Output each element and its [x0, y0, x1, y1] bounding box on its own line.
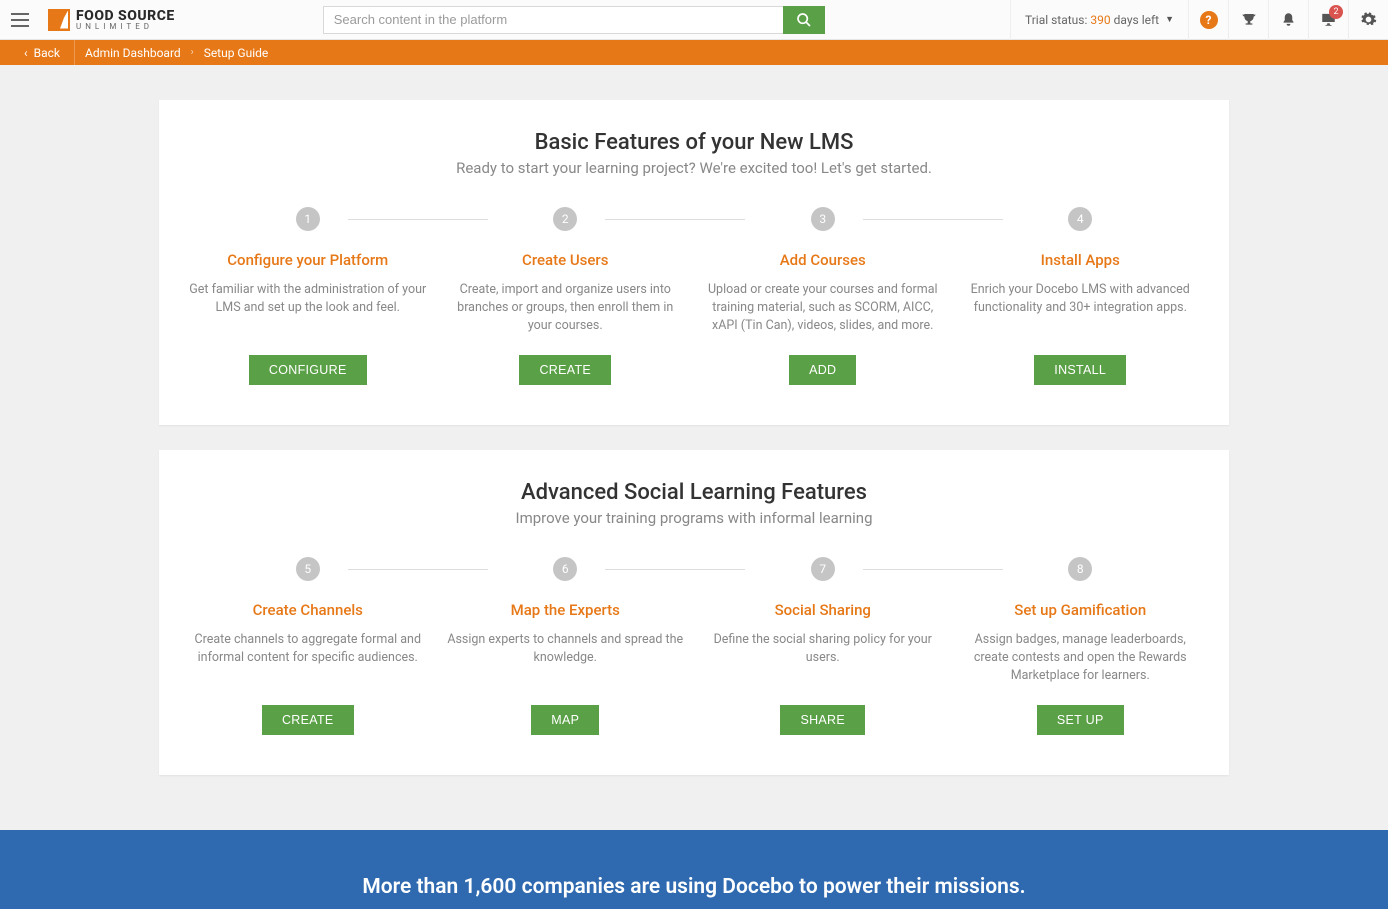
top-bar: FOOD SOURCE UNLIMITED Trial status: 390 …: [0, 0, 1388, 40]
trophy-icon: [1241, 12, 1257, 28]
step-number: 7: [811, 557, 835, 581]
basic-subtitle: Ready to start your learning project? We…: [179, 159, 1209, 177]
setup-gamification-button[interactable]: SET UP: [1037, 705, 1124, 735]
step-number: 2: [553, 207, 577, 231]
step-title: Create Channels: [189, 601, 427, 619]
breadcrumb-setup-guide[interactable]: Setup Guide: [194, 46, 279, 60]
step-title: Configure your Platform: [189, 251, 427, 269]
search-form: [323, 6, 825, 34]
back-button[interactable]: ‹ Back: [0, 40, 75, 65]
menu-icon[interactable]: [0, 0, 40, 40]
step-configure: 1 Configure your Platform Get familiar w…: [179, 207, 437, 385]
step-desc: Assign experts to channels and spread th…: [447, 631, 685, 687]
step-create-channels: 5 Create Channels Create channels to agg…: [179, 557, 437, 735]
footer-banner-text: More than 1,600 companies are using Doce…: [0, 875, 1388, 899]
step-title: Add Courses: [704, 251, 942, 269]
search-input[interactable]: [323, 6, 783, 34]
logo[interactable]: FOOD SOURCE UNLIMITED: [40, 9, 183, 31]
notifications-button[interactable]: [1268, 0, 1308, 40]
bell-icon: [1281, 11, 1296, 28]
share-button[interactable]: SHARE: [780, 705, 865, 735]
step-gamification: 8 Set up Gamification Assign badges, man…: [952, 557, 1210, 735]
step-title: Install Apps: [962, 251, 1200, 269]
step-desc: Get familiar with the administration of …: [189, 281, 427, 337]
step-title: Create Users: [447, 251, 685, 269]
step-number: 3: [811, 207, 835, 231]
footer-banner: More than 1,600 companies are using Doce…: [0, 830, 1388, 909]
advanced-features-panel: Advanced Social Learning Features Improv…: [159, 450, 1229, 775]
advanced-subtitle: Improve your training programs with info…: [179, 509, 1209, 527]
back-label: Back: [34, 46, 60, 60]
trial-suffix: days left: [1114, 13, 1159, 27]
settings-button[interactable]: [1348, 0, 1388, 40]
chevron-left-icon: ‹: [24, 46, 28, 60]
add-courses-button[interactable]: ADD: [789, 355, 856, 385]
advanced-steps: 5 Create Channels Create channels to agg…: [179, 557, 1209, 735]
map-experts-button[interactable]: MAP: [531, 705, 599, 735]
step-desc: Define the social sharing policy for you…: [704, 631, 942, 687]
step-desc: Enrich your Docebo LMS with advanced fun…: [962, 281, 1200, 337]
step-title: Map the Experts: [447, 601, 685, 619]
help-button[interactable]: ?: [1188, 0, 1228, 40]
trial-prefix: Trial status:: [1025, 13, 1087, 27]
logo-sub: UNLIMITED: [76, 23, 175, 31]
step-desc: Create channels to aggregate formal and …: [189, 631, 427, 687]
basic-steps: 1 Configure your Platform Get familiar w…: [179, 207, 1209, 385]
trial-days: 390: [1090, 13, 1110, 27]
logo-mark-icon: [48, 9, 70, 31]
logo-main: FOOD SOURCE: [76, 9, 175, 23]
step-number: 1: [296, 207, 320, 231]
step-add-courses: 3 Add Courses Upload or create your cour…: [694, 207, 952, 385]
step-number: 8: [1068, 557, 1092, 581]
presents-badge: 2: [1329, 5, 1343, 19]
step-title: Set up Gamification: [962, 601, 1200, 619]
configure-button[interactable]: CONFIGURE: [249, 355, 367, 385]
leaderboard-button[interactable]: [1228, 0, 1268, 40]
step-social-sharing: 7 Social Sharing Define the social shari…: [694, 557, 952, 735]
create-channels-button[interactable]: CREATE: [262, 705, 354, 735]
step-number: 5: [296, 557, 320, 581]
presents-button[interactable]: 2: [1308, 0, 1348, 40]
search-icon: [796, 12, 812, 28]
chevron-right-icon: ›: [191, 47, 194, 58]
step-title: Social Sharing: [704, 601, 942, 619]
create-users-button[interactable]: CREATE: [519, 355, 611, 385]
basic-features-panel: Basic Features of your New LMS Ready to …: [159, 100, 1229, 425]
trial-status[interactable]: Trial status: 390 days left ▼: [1010, 0, 1188, 40]
install-apps-button[interactable]: INSTALL: [1034, 355, 1126, 385]
step-create-users: 2 Create Users Create, import and organi…: [437, 207, 695, 385]
step-desc: Upload or create your courses and formal…: [704, 281, 942, 337]
help-icon: ?: [1200, 11, 1218, 29]
caret-down-icon: ▼: [1165, 14, 1174, 25]
main-content: Basic Features of your New LMS Ready to …: [0, 65, 1388, 909]
step-number: 4: [1068, 207, 1092, 231]
logo-text: FOOD SOURCE UNLIMITED: [76, 9, 175, 31]
breadcrumb: ‹ Back Admin Dashboard › Setup Guide: [0, 40, 1388, 65]
step-desc: Create, import and organize users into b…: [447, 281, 685, 337]
search-button[interactable]: [783, 6, 825, 34]
top-icons: ? 2: [1188, 0, 1388, 40]
step-map-experts: 6 Map the Experts Assign experts to chan…: [437, 557, 695, 735]
step-desc: Assign badges, manage leaderboards, crea…: [962, 631, 1200, 687]
advanced-title: Advanced Social Learning Features: [179, 480, 1209, 505]
step-install-apps: 4 Install Apps Enrich your Docebo LMS wi…: [952, 207, 1210, 385]
breadcrumb-admin-dashboard[interactable]: Admin Dashboard: [75, 46, 191, 60]
basic-title: Basic Features of your New LMS: [179, 130, 1209, 155]
step-number: 6: [553, 557, 577, 581]
gear-icon: [1360, 11, 1377, 28]
